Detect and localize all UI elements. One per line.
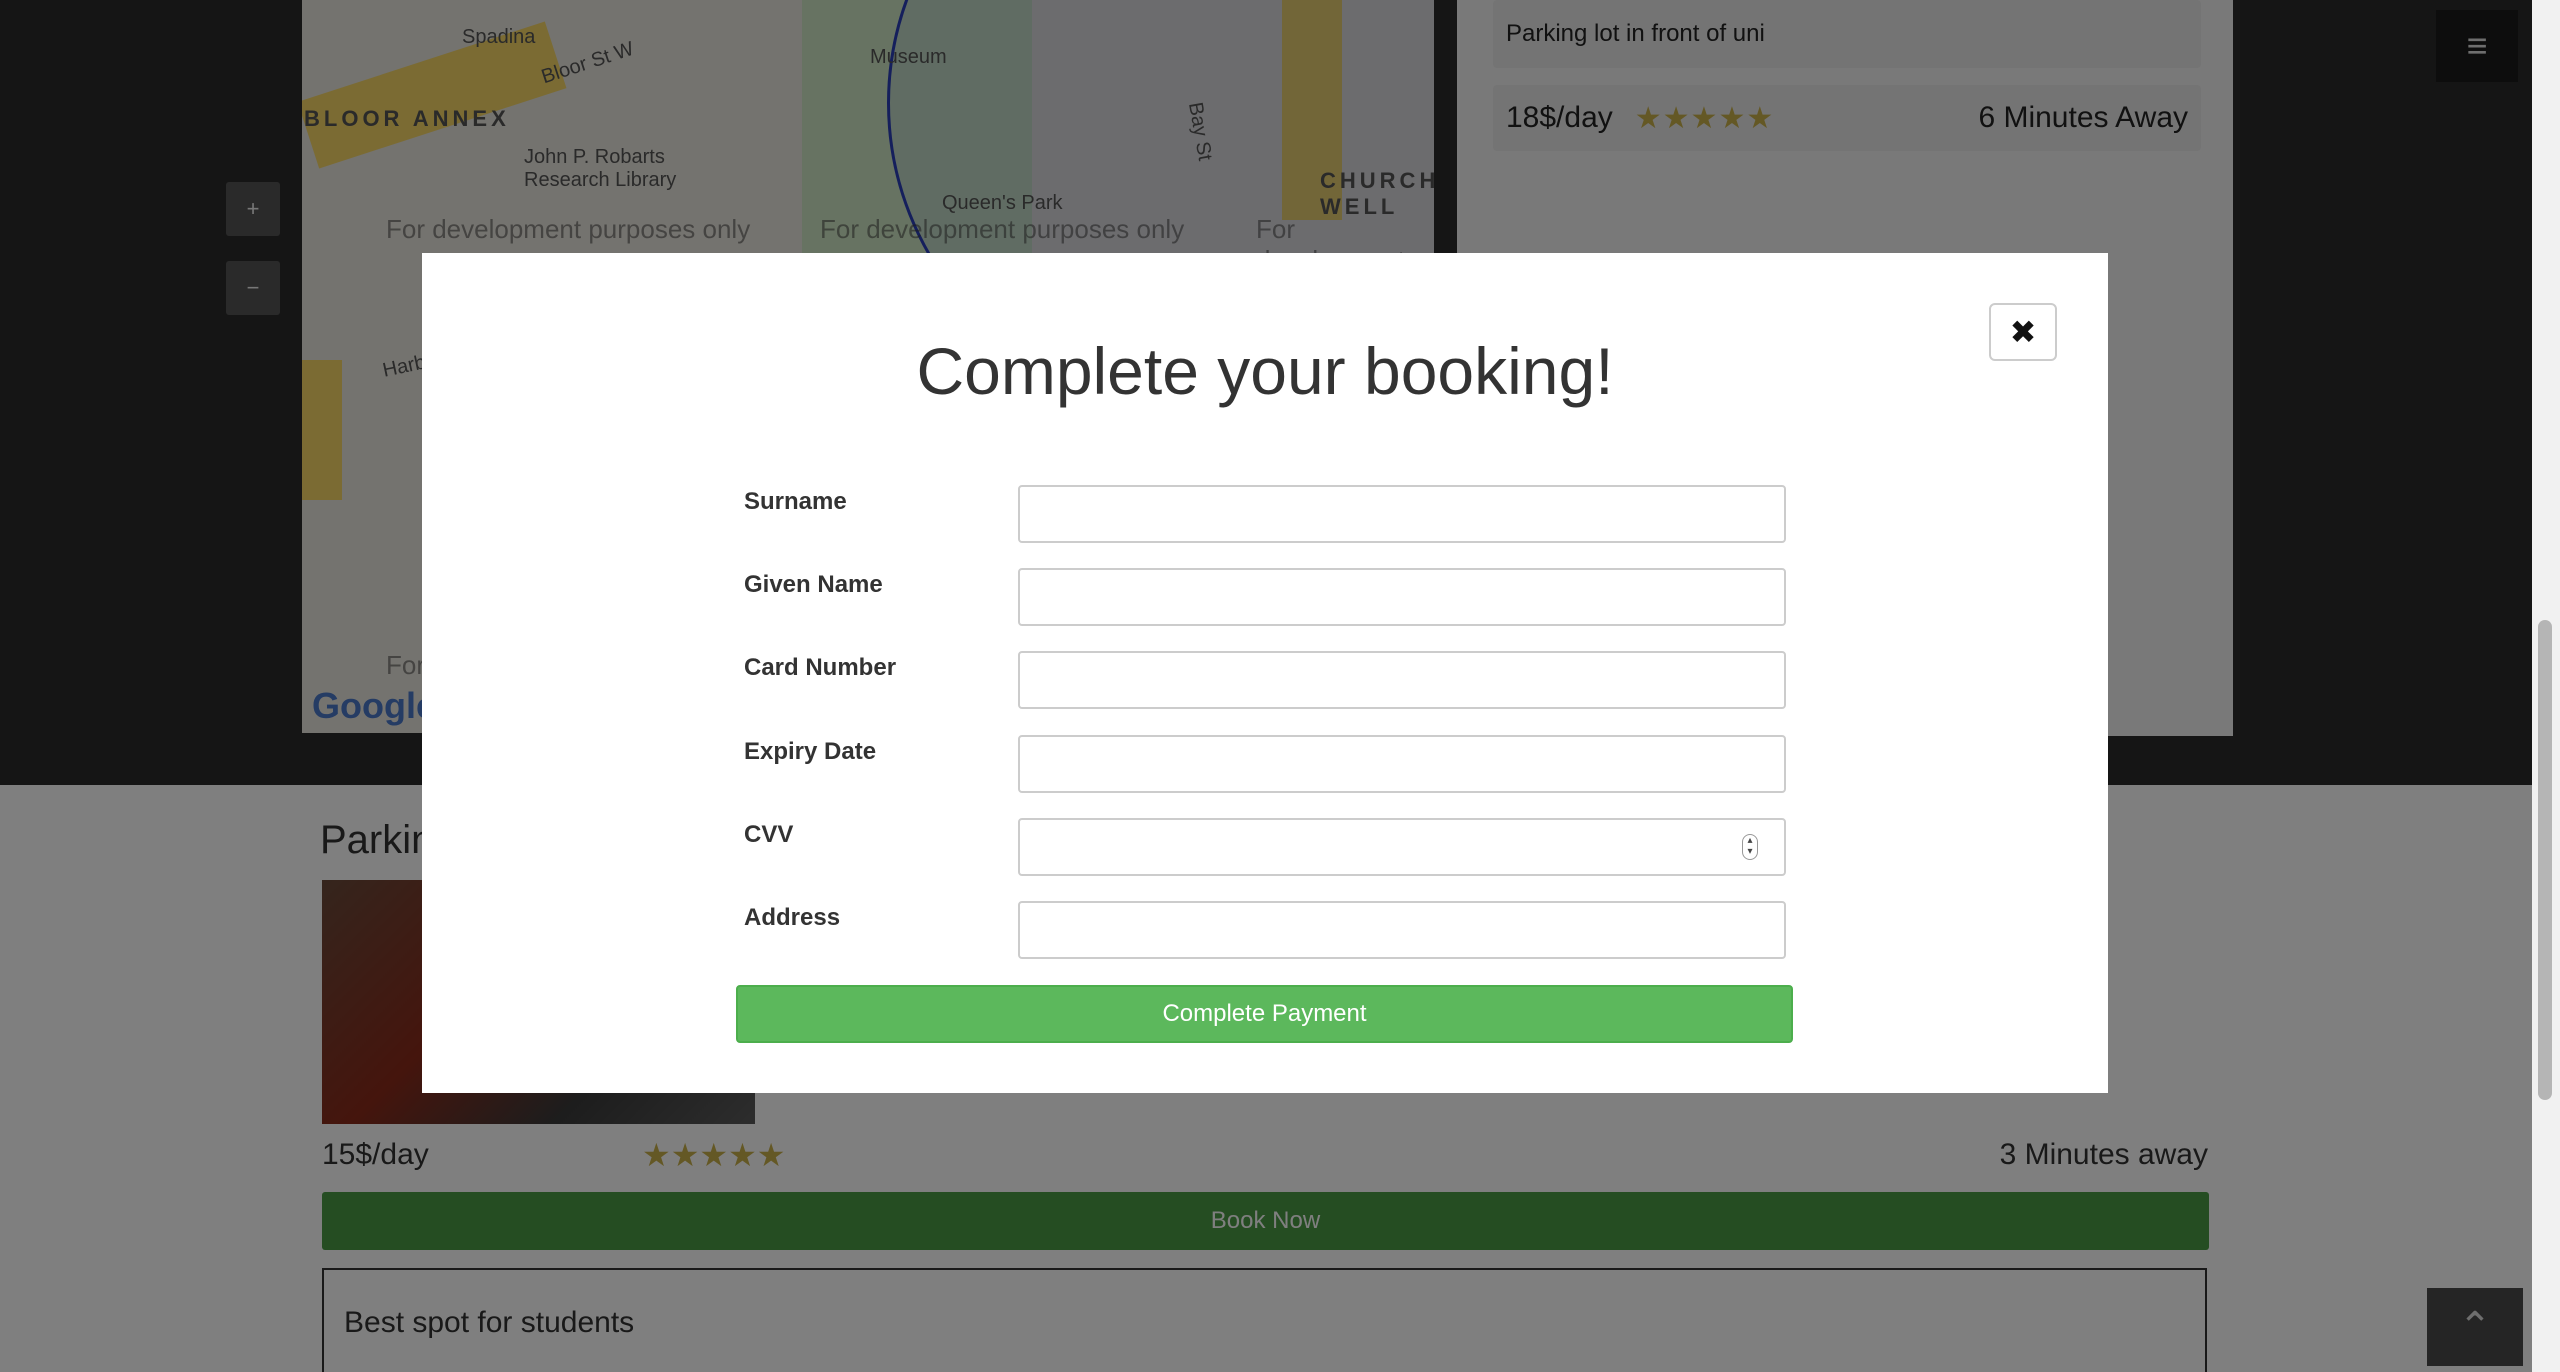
complete-payment-button[interactable]: Complete Payment	[736, 985, 1793, 1043]
address-input[interactable]	[1018, 901, 1786, 959]
given-name-input[interactable]	[1018, 568, 1786, 626]
given-name-label: Given Name	[744, 571, 883, 598]
card-number-label: Card Number	[744, 654, 897, 681]
booking-modal: ✖ Complete your booking! Surname Given N…	[422, 253, 2108, 1093]
page-scrollbar-thumb[interactable]	[2538, 620, 2552, 1100]
expiry-date-label: Expiry Date	[744, 738, 877, 765]
card-number-input[interactable]	[1018, 651, 1786, 709]
expiry-date-input[interactable]	[1018, 735, 1786, 793]
cvv-label: CVV	[744, 821, 794, 848]
modal-title: Complete your booking!	[916, 334, 1614, 408]
surname-input[interactable]	[1018, 485, 1786, 543]
cvv-input[interactable]	[1018, 818, 1786, 876]
surname-label: Surname	[744, 488, 847, 515]
number-spinner-icon[interactable]: ▴ ▾	[1742, 834, 1758, 860]
address-label: Address	[744, 904, 841, 931]
close-icon[interactable]: ✖	[1989, 303, 2057, 361]
